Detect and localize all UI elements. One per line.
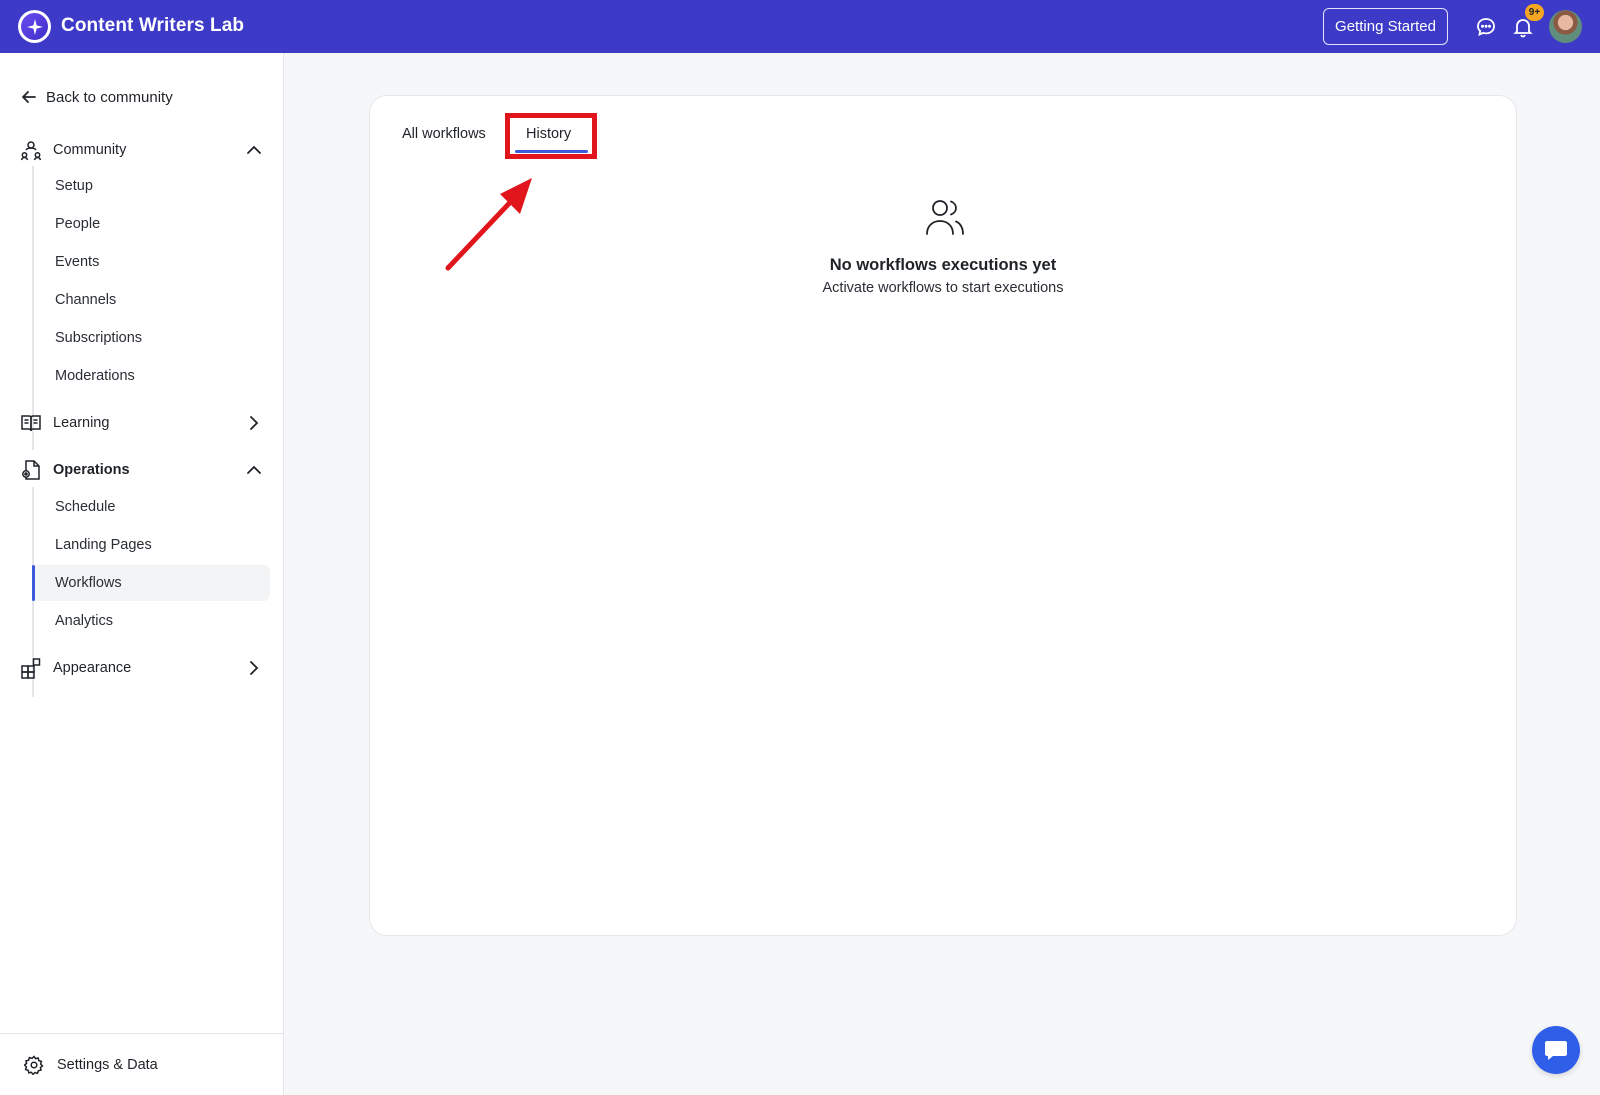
sidebar-section-learning[interactable]: Learning (20, 410, 266, 436)
sidebar-section-operations[interactable]: Operations (20, 457, 266, 483)
app-title[interactable]: Content Writers Lab (61, 15, 244, 37)
sidebar-section-label: Learning (53, 415, 110, 431)
tab-history[interactable]: History (526, 126, 571, 142)
sidebar-item-moderations[interactable]: Moderations (32, 358, 270, 394)
empty-state-title: No workflows executions yet (829, 256, 1057, 274)
avatar[interactable] (1549, 10, 1582, 43)
chevron-up-icon[interactable] (246, 462, 262, 478)
settings-and-data-label: Settings & Data (57, 1057, 158, 1073)
sidebar-item-landing-pages[interactable]: Landing Pages (32, 527, 270, 563)
sidebar-section-label: Operations (53, 462, 130, 478)
chat-bubble-icon[interactable] (1475, 16, 1497, 38)
getting-started-button[interactable]: Getting Started (1323, 8, 1448, 45)
sidebar-item-workflows[interactable]: Workflows (32, 565, 270, 601)
notification-badge: 9+ (1525, 4, 1544, 21)
chevron-up-icon[interactable] (246, 142, 262, 158)
back-to-community-label: Back to community (46, 88, 173, 106)
community-icon (20, 141, 42, 161)
sidebar-item-events[interactable]: Events (32, 244, 270, 280)
workflows-card: All workflows History No workflows execu… (369, 95, 1517, 936)
sidebar-item-subscriptions[interactable]: Subscriptions (32, 320, 270, 356)
sidebar-divider (0, 1033, 283, 1034)
gear-icon (24, 1055, 44, 1075)
sidebar-item-schedule[interactable]: Schedule (32, 489, 270, 525)
chat-launcher-button[interactable] (1532, 1026, 1580, 1074)
sidebar-section-label: Community (53, 142, 127, 158)
chat-launcher-icon (1545, 1041, 1567, 1060)
arrow-left-icon (22, 91, 36, 103)
back-to-community-link[interactable]: Back to community (20, 88, 173, 106)
active-tab-indicator (515, 150, 588, 153)
chevron-right-icon[interactable] (246, 660, 262, 676)
users-icon (926, 200, 964, 235)
sidebar-section-community[interactable]: Community (20, 137, 266, 163)
sidebar-section-appearance[interactable]: Appearance (20, 655, 266, 681)
settings-and-data-link[interactable]: Settings & Data (24, 1055, 158, 1075)
sidebar-item-people[interactable]: People (32, 206, 270, 242)
book-icon (21, 415, 41, 432)
sparkle-logo-icon[interactable] (18, 10, 51, 43)
empty-state-subtitle: Activate workflows to start executions (822, 280, 1064, 296)
sidebar-section-label: Appearance (53, 660, 132, 676)
sidebar-item-channels[interactable]: Channels (32, 282, 270, 318)
sidebar-item-setup[interactable]: Setup (32, 168, 270, 204)
operations-icon (22, 460, 40, 480)
sidebar: Back to community Community Setup People… (0, 53, 284, 1095)
top-bar: Content Writers Lab Getting Started 9+ (0, 0, 1600, 53)
chevron-right-icon[interactable] (246, 415, 262, 431)
appearance-icon (21, 658, 41, 679)
sidebar-item-analytics[interactable]: Analytics (32, 603, 270, 639)
tab-all-workflows[interactable]: All workflows (402, 126, 486, 142)
